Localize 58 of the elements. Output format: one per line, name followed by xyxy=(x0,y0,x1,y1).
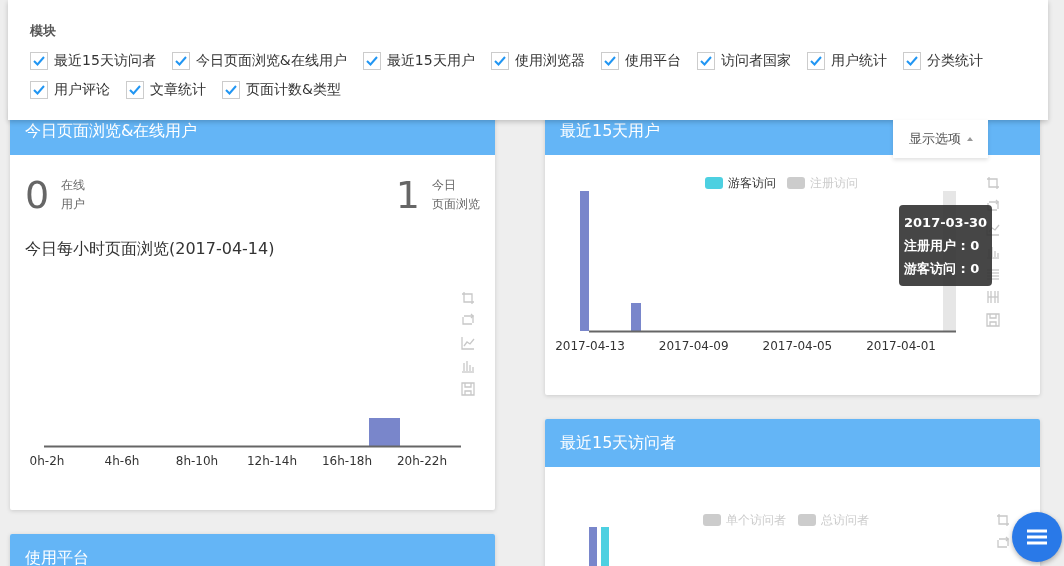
crop-icon[interactable] xyxy=(986,176,1000,190)
checkbox-label[interactable]: 使用平台 xyxy=(624,52,681,70)
tooltip-title: 2017-03-30 xyxy=(904,214,988,232)
checkbox-label[interactable]: 最近15天用户 xyxy=(386,52,475,70)
axis-label: 20h-22h xyxy=(396,454,448,468)
checkbox-label[interactable]: 分类统计 xyxy=(926,52,983,70)
chart-bar xyxy=(369,418,400,446)
axis-label: 16h-18h xyxy=(321,454,373,468)
menu-button[interactable] xyxy=(1012,512,1062,562)
checkbox[interactable] xyxy=(806,52,825,70)
menu-icon xyxy=(1027,529,1047,545)
checkbox-label[interactable]: 最近15天访问者 xyxy=(54,52,156,70)
checkbox[interactable] xyxy=(600,52,619,70)
display-options-button[interactable]: 显示选项 xyxy=(893,120,988,158)
axis-label: 8h-10h xyxy=(175,454,219,468)
checkbox-label[interactable]: 使用浏览器 xyxy=(514,52,585,70)
axis-label: 0h-2h xyxy=(29,454,65,468)
chart-title: 今日每小时页面浏览(2017-04-14) xyxy=(25,239,276,259)
panel-heading: 模块 xyxy=(30,22,56,40)
checkbox[interactable] xyxy=(126,81,144,99)
checkbox[interactable] xyxy=(696,52,715,70)
save-icon[interactable] xyxy=(461,382,475,396)
card-header: 使用平台 xyxy=(10,534,495,566)
axis-label: 2017-04-09 xyxy=(658,339,729,353)
checkbox-label[interactable]: 文章统计 xyxy=(150,81,206,99)
chart-bar xyxy=(601,527,609,566)
stat-number: 1 xyxy=(395,176,420,214)
rotate-square-icon[interactable] xyxy=(987,199,999,211)
checkbox-label[interactable]: 页面计数&类型 xyxy=(246,81,341,99)
axis-label: 2017-04-13 xyxy=(555,339,625,353)
chart-bar xyxy=(589,527,597,566)
checkbox-label[interactable]: 访问者国家 xyxy=(720,52,791,70)
axis-label: 2017-04-01 xyxy=(866,339,936,353)
columns-icon[interactable] xyxy=(987,290,999,304)
checkbox-label[interactable]: 今日页面浏览&在线用户 xyxy=(195,52,347,70)
save-icon[interactable] xyxy=(986,313,1000,327)
stat-label: 在线 用户 xyxy=(61,177,86,213)
axis-label: 12h-14h xyxy=(246,454,298,468)
checkbox[interactable] xyxy=(362,52,381,70)
card-header: 最近15天访问者 xyxy=(545,419,1040,467)
crop-icon[interactable] xyxy=(461,291,475,305)
checkbox[interactable] xyxy=(222,81,240,99)
stat-label: 今日 页面浏览 xyxy=(432,177,480,213)
checkbox[interactable] xyxy=(30,52,48,70)
tooltip-line: 游客访问 : 0 xyxy=(904,260,981,278)
crop-icon[interactable] xyxy=(996,513,1010,527)
chart-bar xyxy=(631,303,641,331)
checkbox[interactable] xyxy=(902,52,921,70)
checkbox[interactable] xyxy=(171,52,190,70)
checkbox[interactable] xyxy=(490,52,509,70)
checkbox-label[interactable]: 用户统计 xyxy=(830,52,887,70)
tooltip-line: 注册用户 : 0 xyxy=(904,237,981,255)
legend-label[interactable]: 游客访问 xyxy=(728,176,776,190)
checkbox-label[interactable]: 用户评论 xyxy=(54,81,110,99)
stat-number: 0 xyxy=(25,176,50,214)
axis-label: 2017-04-05 xyxy=(762,339,833,353)
checkbox[interactable] xyxy=(30,81,48,99)
axis-label: 4h-6h xyxy=(104,454,140,468)
